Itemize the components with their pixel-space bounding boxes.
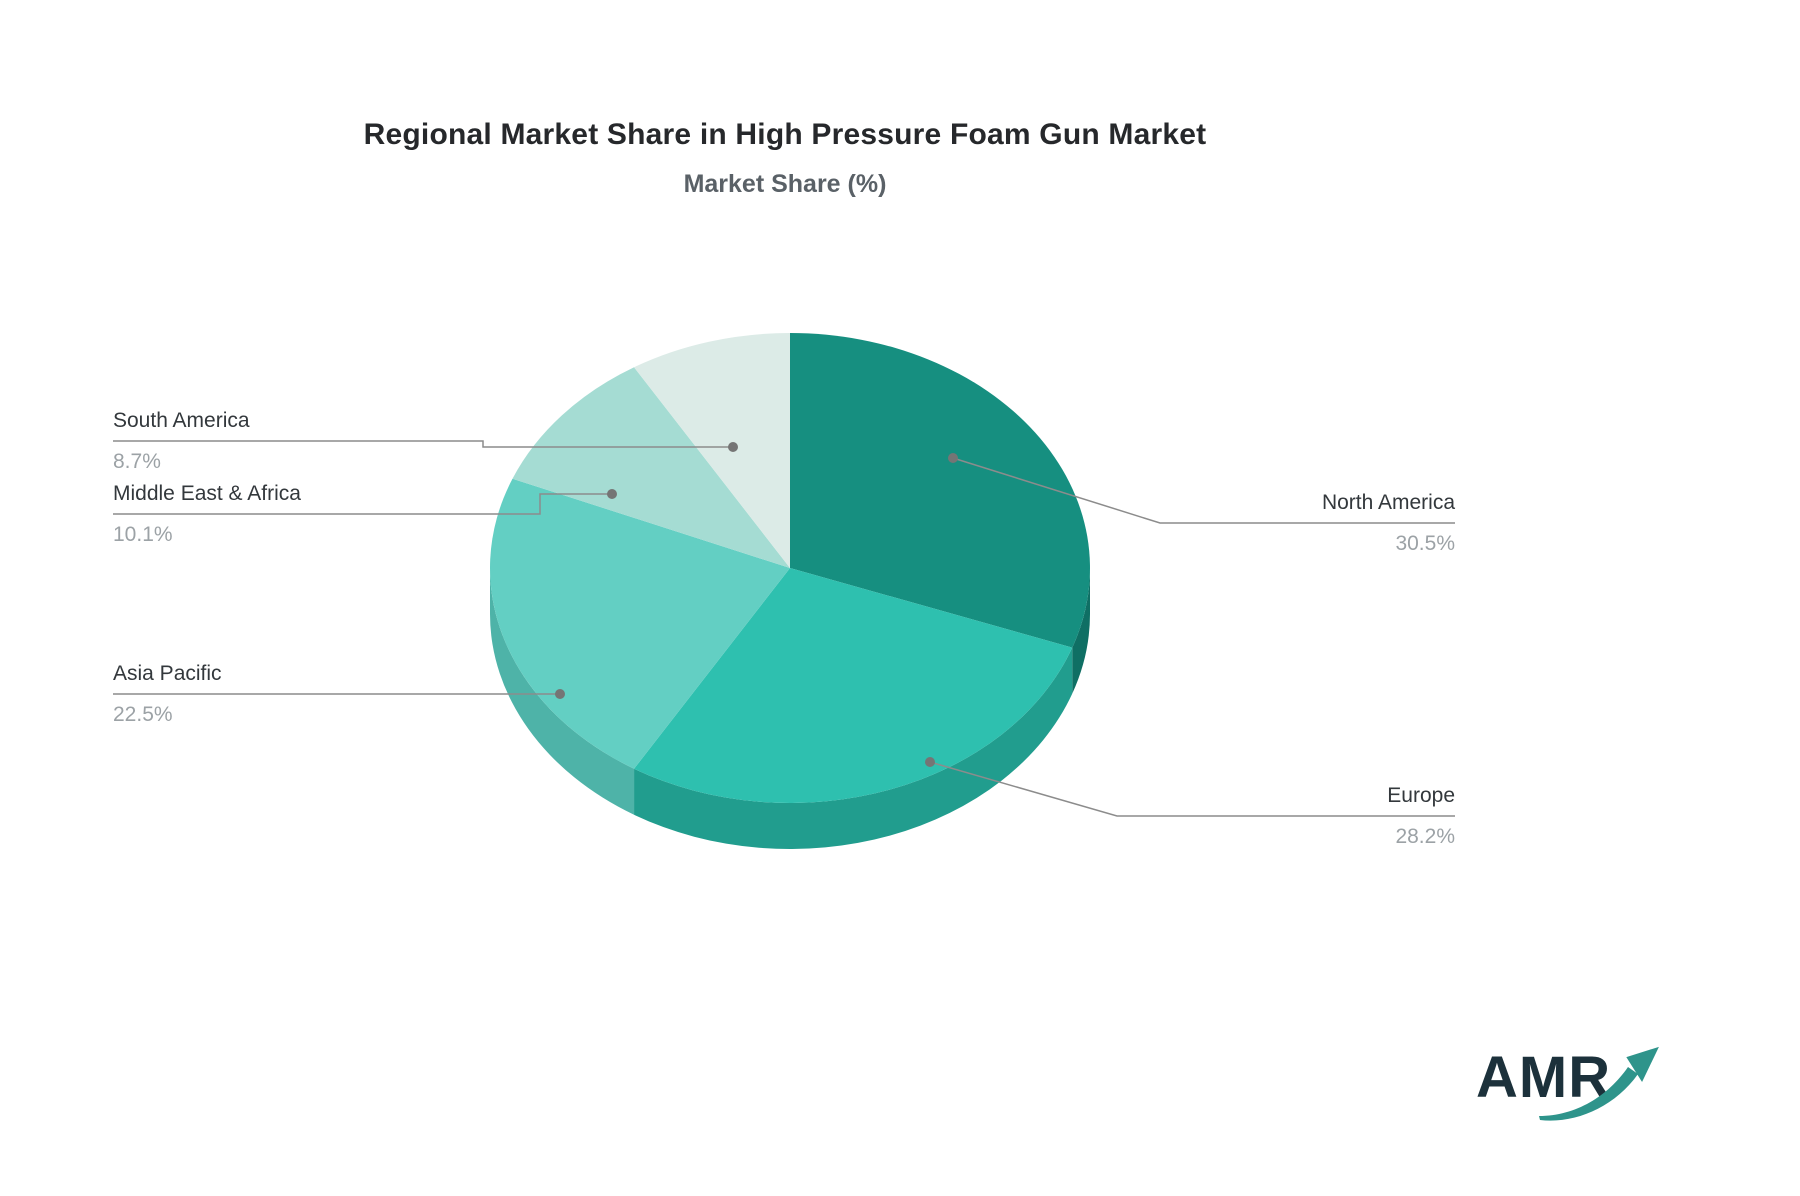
leader-dot-europe: [925, 757, 935, 767]
leader-dot-middle-east-africa: [607, 489, 617, 499]
label-south-america-value: 8.7%: [113, 450, 161, 473]
amr-logo: AMR: [1476, 1036, 1666, 1126]
label-south-america: South America 8.7%: [113, 408, 250, 474]
label-europe: Europe 28.2%: [1387, 783, 1455, 849]
label-asia-pacific: Asia Pacific 22.5%: [113, 661, 222, 727]
leader-dot-north-america: [948, 453, 958, 463]
leader-dot-asia-pacific: [555, 689, 565, 699]
label-north-america-name: North America: [1321, 491, 1455, 514]
leader-dot-south-america: [728, 442, 738, 452]
label-north-america-value: 30.5%: [1395, 532, 1455, 555]
label-north-america: North America 30.5%: [1322, 490, 1455, 556]
label-europe-name: Europe: [1387, 784, 1455, 807]
amr-logo-arrow-icon: [1539, 1046, 1659, 1121]
label-asia-pacific-value: 22.5%: [113, 703, 173, 726]
label-asia-pacific-name: Asia Pacific: [113, 662, 222, 685]
chart-title: Regional Market Share in High Pressure F…: [363, 118, 1207, 151]
label-europe-value: 28.2%: [1395, 825, 1455, 848]
title-block: Regional Market Share in High Pressure F…: [0, 0, 1570, 198]
label-middle-east-africa-value: 10.1%: [113, 523, 173, 546]
label-middle-east-africa-name: Middle East & Africa: [113, 482, 301, 505]
chart-container: Regional Market Share in High Pressure F…: [0, 0, 1800, 1196]
label-south-america-name: South America: [113, 409, 250, 432]
chart-subtitle: Market Share (%): [683, 170, 887, 198]
label-middle-east-africa: Middle East & Africa 10.1%: [113, 481, 301, 547]
